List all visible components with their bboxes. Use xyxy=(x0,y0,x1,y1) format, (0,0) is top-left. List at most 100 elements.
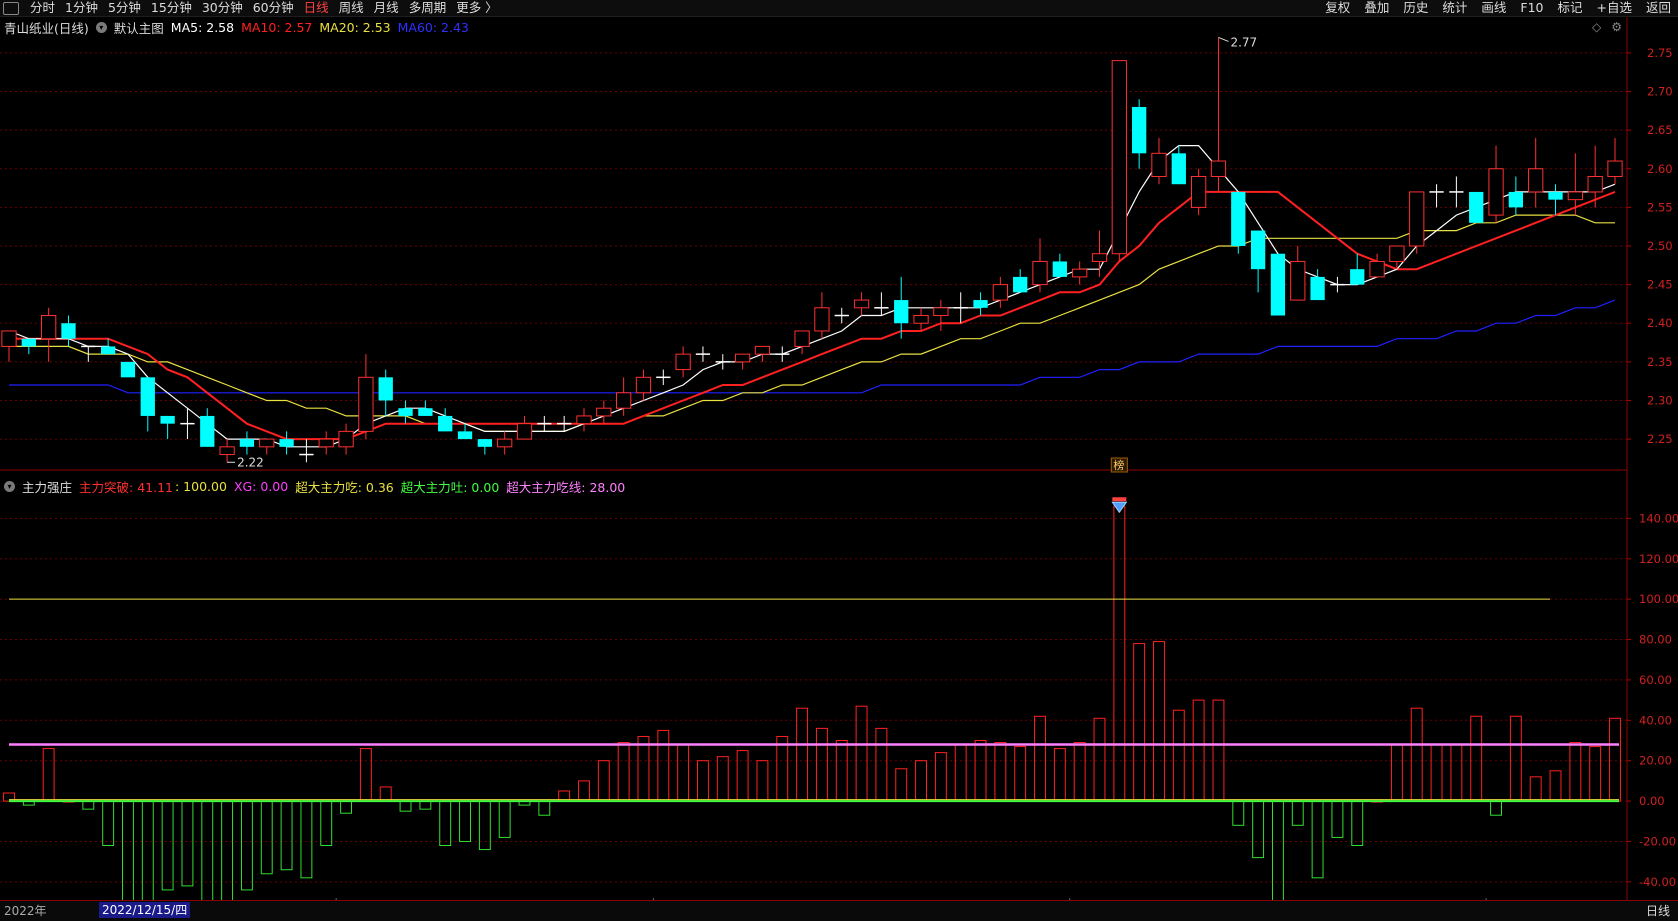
signal-cap-icon xyxy=(1112,497,1127,502)
indicator-bar xyxy=(1212,699,1225,802)
top-toolbar: 分时 1分钟 5分钟 15分钟 30分钟 60分钟 日线 周线 月线 多周期 更多 〉 复权 叠加 历史… xyxy=(0,0,1678,17)
candle-body xyxy=(259,438,275,448)
indicator-bar xyxy=(1569,742,1582,802)
indicator-bar xyxy=(1490,800,1502,816)
period-tab-7[interactable]: 周线 xyxy=(334,0,369,16)
indicator-bar xyxy=(1549,770,1562,802)
indicator-bar xyxy=(82,800,95,810)
candle-body xyxy=(398,408,413,416)
indicator-tick-label: 120.00 xyxy=(1639,552,1678,566)
candle-body xyxy=(894,300,909,324)
period-tab-9[interactable]: 多周期 xyxy=(404,0,452,16)
price-tick-label: 2.40 xyxy=(1647,316,1673,330)
candle-body xyxy=(418,408,433,416)
indicator-bar xyxy=(1291,800,1304,826)
ma5-line xyxy=(8,145,1616,448)
tool-button-6[interactable]: 标记 xyxy=(1550,0,1589,16)
period-tabs: 分时 1分钟 5分钟 15分钟 30分钟 60分钟 日线 周线 月线 多周期 更多 〉 xyxy=(25,0,503,16)
indicator-bar xyxy=(934,752,947,802)
indicator-bar xyxy=(1153,641,1165,802)
candle-body xyxy=(457,431,473,440)
status-period[interactable]: 日线 xyxy=(1646,902,1670,919)
candle-body xyxy=(1310,276,1325,301)
tool-button-0[interactable]: 复权 xyxy=(1318,0,1357,16)
indicator-bar xyxy=(459,800,471,842)
candle-body xyxy=(1587,175,1603,193)
period-tab-2[interactable]: 5分钟 xyxy=(103,0,146,16)
app-logo-icon[interactable] xyxy=(3,1,19,15)
candle-body xyxy=(1607,160,1623,177)
indicator-bar xyxy=(776,735,789,802)
indicator-bar xyxy=(538,800,551,816)
price-tick-label: 2.25 xyxy=(1647,432,1673,446)
indicator-bar xyxy=(439,800,452,846)
period-tab-8[interactable]: 月线 xyxy=(369,0,404,16)
candle-body xyxy=(1052,261,1067,277)
indicator-bar xyxy=(181,800,194,887)
tool-button-1[interactable]: 叠加 xyxy=(1357,0,1396,16)
indicator-bar xyxy=(736,750,749,802)
indicator-bar xyxy=(1053,748,1066,802)
candle-body xyxy=(794,330,810,347)
tool-button-2[interactable]: 历史 xyxy=(1396,0,1435,16)
period-tab-5[interactable]: 60分钟 xyxy=(248,0,299,16)
indicator-bar xyxy=(379,786,392,802)
indicator-bar xyxy=(141,800,154,900)
indicator-tick-label: -20.00 xyxy=(1639,834,1676,848)
period-tab-3[interactable]: 15分钟 xyxy=(146,0,197,16)
indicator-bar xyxy=(122,800,134,900)
indicator-bar xyxy=(994,742,1007,802)
tool-button-4[interactable]: 画线 xyxy=(1474,0,1513,16)
status-year: 2022年 xyxy=(4,904,47,918)
indicator-bar xyxy=(280,800,293,871)
candle-body xyxy=(1072,268,1088,278)
indicator-bar xyxy=(498,800,511,838)
indicator-bar xyxy=(1172,709,1185,802)
tool-button-5[interactable]: F10 xyxy=(1513,0,1550,16)
indicator-bar xyxy=(1609,717,1621,802)
low-label: 2.22 xyxy=(237,455,264,469)
indicator-bar xyxy=(1529,776,1542,802)
period-tab-1[interactable]: 1分钟 xyxy=(60,0,103,16)
candle-body xyxy=(61,323,76,339)
period-tab-10[interactable]: 更多 〉 xyxy=(451,0,502,16)
indicator-bar xyxy=(1351,800,1364,846)
price-tick-label: 2.75 xyxy=(1647,46,1673,60)
tool-button-7[interactable]: +自选 xyxy=(1590,0,1639,16)
indicator-bar xyxy=(1192,699,1205,802)
indicator-bar xyxy=(915,760,928,802)
tool-button-8[interactable]: 返回 xyxy=(1639,0,1678,16)
candle-body xyxy=(1369,260,1385,278)
candle-body xyxy=(1190,175,1207,208)
right-tools: 复权 叠加 历史 统计 画线 F10 标记 +自选 返回 xyxy=(1318,0,1678,16)
period-tab-0[interactable]: 分时 xyxy=(25,0,60,16)
price-tick-label: 2.30 xyxy=(1647,393,1673,407)
candle-body xyxy=(1567,191,1583,201)
price-tick-label: 2.50 xyxy=(1647,239,1673,253)
tool-button-3[interactable]: 统计 xyxy=(1435,0,1474,16)
high-pointer xyxy=(1218,36,1229,42)
period-tab-6[interactable]: 日线 xyxy=(299,0,334,16)
indicator-bar xyxy=(320,800,333,846)
indicator-bar xyxy=(1252,800,1265,859)
indicator-bar xyxy=(1133,643,1146,802)
candle-body xyxy=(754,345,771,355)
high-label: 2.77 xyxy=(1230,35,1257,49)
indicator-bar xyxy=(1589,746,1602,802)
indicator-bar xyxy=(240,800,253,891)
candle-body xyxy=(1231,191,1246,246)
candle-body xyxy=(616,392,632,409)
kline-chart[interactable]: 2.75 2.70 2.65 2.60 2.55 2.50 2.45 2.40 2.35 2.30… xyxy=(0,17,1678,900)
indicator-bar xyxy=(42,748,55,802)
ma60-line xyxy=(9,299,1616,394)
diamond-signal-icon xyxy=(1111,501,1128,514)
indicator-bar xyxy=(1093,717,1106,802)
indicator-bar xyxy=(1470,715,1483,802)
candle-body xyxy=(1290,260,1306,301)
price-tick-label: 2.35 xyxy=(1647,355,1673,369)
candle-body xyxy=(200,415,215,447)
indicator-bar xyxy=(1311,800,1324,879)
indicator-bar xyxy=(1410,707,1423,802)
period-tab-4[interactable]: 30分钟 xyxy=(197,0,248,16)
indicator-bar xyxy=(875,727,888,802)
